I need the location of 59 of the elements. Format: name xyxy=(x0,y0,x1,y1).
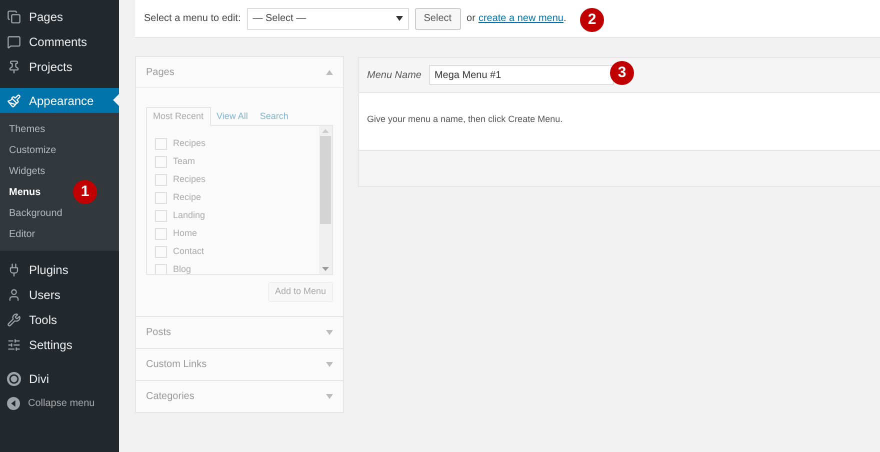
page-label: Team xyxy=(173,155,196,168)
submenu-item[interactable]: Background xyxy=(9,203,62,224)
scrollbar-thumb[interactable] xyxy=(320,136,331,224)
menu-name-field[interactable]: Mega Menu #1 xyxy=(429,65,614,85)
sidebar-item[interactable]: Tools xyxy=(0,307,119,332)
sidebar-item[interactable]: Divi xyxy=(0,366,119,391)
page-label: Recipes xyxy=(173,137,206,150)
sliders-icon xyxy=(7,338,21,352)
select-button[interactable]: Select xyxy=(414,8,461,30)
submenu-item[interactable]: Menus xyxy=(9,182,41,203)
menu-name-label: Menu Name xyxy=(367,68,422,82)
sidebar-item[interactable]: Pages xyxy=(0,4,119,29)
menu-dropdown[interactable]: — Select — xyxy=(246,8,409,30)
pin-icon xyxy=(7,60,21,74)
checkbox[interactable] xyxy=(155,174,167,186)
user-icon xyxy=(7,288,21,302)
page-label: Contact xyxy=(173,245,204,258)
page-label: Landing xyxy=(173,209,206,222)
page-label: Blog xyxy=(173,263,192,274)
sidebar-item[interactable]: Projects xyxy=(0,54,119,79)
sidebar-item[interactable]: Appearance xyxy=(0,88,119,113)
period-text: . xyxy=(564,12,566,26)
expand-arrow-icon xyxy=(326,362,333,367)
expand-arrow-icon xyxy=(326,330,333,335)
checkbox[interactable] xyxy=(155,210,167,222)
checkbox[interactable] xyxy=(155,138,167,150)
plug-icon xyxy=(7,262,21,276)
checkbox[interactable] xyxy=(155,156,167,168)
speech-bubble-icon xyxy=(7,34,21,48)
checkbox[interactable] xyxy=(155,228,167,240)
wrench-icon xyxy=(7,312,21,326)
page-label: Recipe xyxy=(173,191,202,204)
circle-logo-icon xyxy=(7,372,21,386)
checkbox[interactable] xyxy=(155,264,167,274)
sidebar-item[interactable]: Collapse menu xyxy=(0,391,119,416)
sidebar-item[interactable]: Comments xyxy=(0,29,119,54)
pages-icon xyxy=(7,10,21,24)
instructions-text: Give your menu a name, then click Create Menu. xyxy=(367,114,563,124)
sidebar-item[interactable]: Settings xyxy=(0,332,119,357)
checkbox[interactable] xyxy=(155,192,167,204)
select-label: Select a menu to edit: xyxy=(144,12,241,26)
submenu-item[interactable]: Customize xyxy=(9,140,56,161)
page-label: Home xyxy=(173,227,198,240)
or-text: or xyxy=(466,12,476,26)
collapse-arrow-icon xyxy=(326,70,333,74)
scroll-down-arrow-icon[interactable] xyxy=(322,267,329,271)
expand-arrow-icon xyxy=(326,394,333,399)
sidebar-item[interactable]: Users xyxy=(0,282,119,307)
page-label: Recipes xyxy=(173,173,206,186)
submenu-item[interactable]: Themes xyxy=(9,119,46,140)
scroll-up-arrow-icon[interactable] xyxy=(322,129,329,133)
dropdown-arrow-icon xyxy=(396,16,403,21)
submenu-item[interactable]: Editor xyxy=(9,224,36,245)
sidebar-item[interactable]: Plugins xyxy=(0,257,119,282)
current-pointer-icon xyxy=(113,94,119,106)
create-menu-link[interactable]: create a new menu xyxy=(478,11,564,26)
paintbrush-icon xyxy=(7,94,21,108)
submenu-item[interactable]: Widgets xyxy=(9,161,46,182)
checkbox[interactable] xyxy=(155,246,167,258)
